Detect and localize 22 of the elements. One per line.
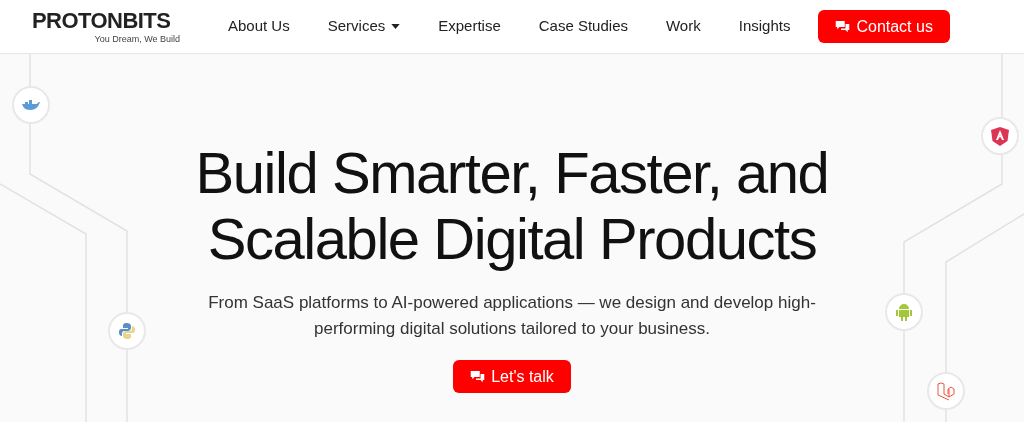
- chat-icon: [470, 369, 486, 384]
- nav-link[interactable]: Services: [327, 15, 401, 38]
- logo[interactable]: PROTONBITS: [32, 9, 171, 32]
- contact-button[interactable]: Contact us: [818, 10, 950, 43]
- snake-logo-icon: [108, 312, 146, 350]
- tagline: You Dream, We Build: [94, 34, 180, 44]
- whale-icon: [12, 86, 50, 124]
- chat-icon: [835, 19, 851, 34]
- hero-subtitle: performing digital solutions tailored to your business.: [314, 318, 710, 340]
- nav-link[interactable]: Case Studies: [538, 15, 628, 38]
- cube-outline-icon: [927, 372, 965, 410]
- nav-link[interactable]: Work: [666, 15, 701, 38]
- nav-link[interactable]: Expertise: [438, 15, 501, 38]
- shield-letter-icon: [981, 117, 1019, 155]
- hero-title: Build Smarter, Faster, and: [195, 140, 829, 206]
- lets-talk-button[interactable]: Let's talk: [453, 360, 571, 393]
- robot-icon: [885, 293, 923, 331]
- caret-icon: [391, 24, 401, 29]
- nav-link[interactable]: Insights: [738, 15, 791, 38]
- nav-link[interactable]: About Us: [228, 15, 290, 38]
- hero-subtitle: From SaaS platforms to AI-powered applications — we design and develop high-: [208, 292, 816, 314]
- hero-title: Scalable Digital Products: [207, 206, 817, 272]
